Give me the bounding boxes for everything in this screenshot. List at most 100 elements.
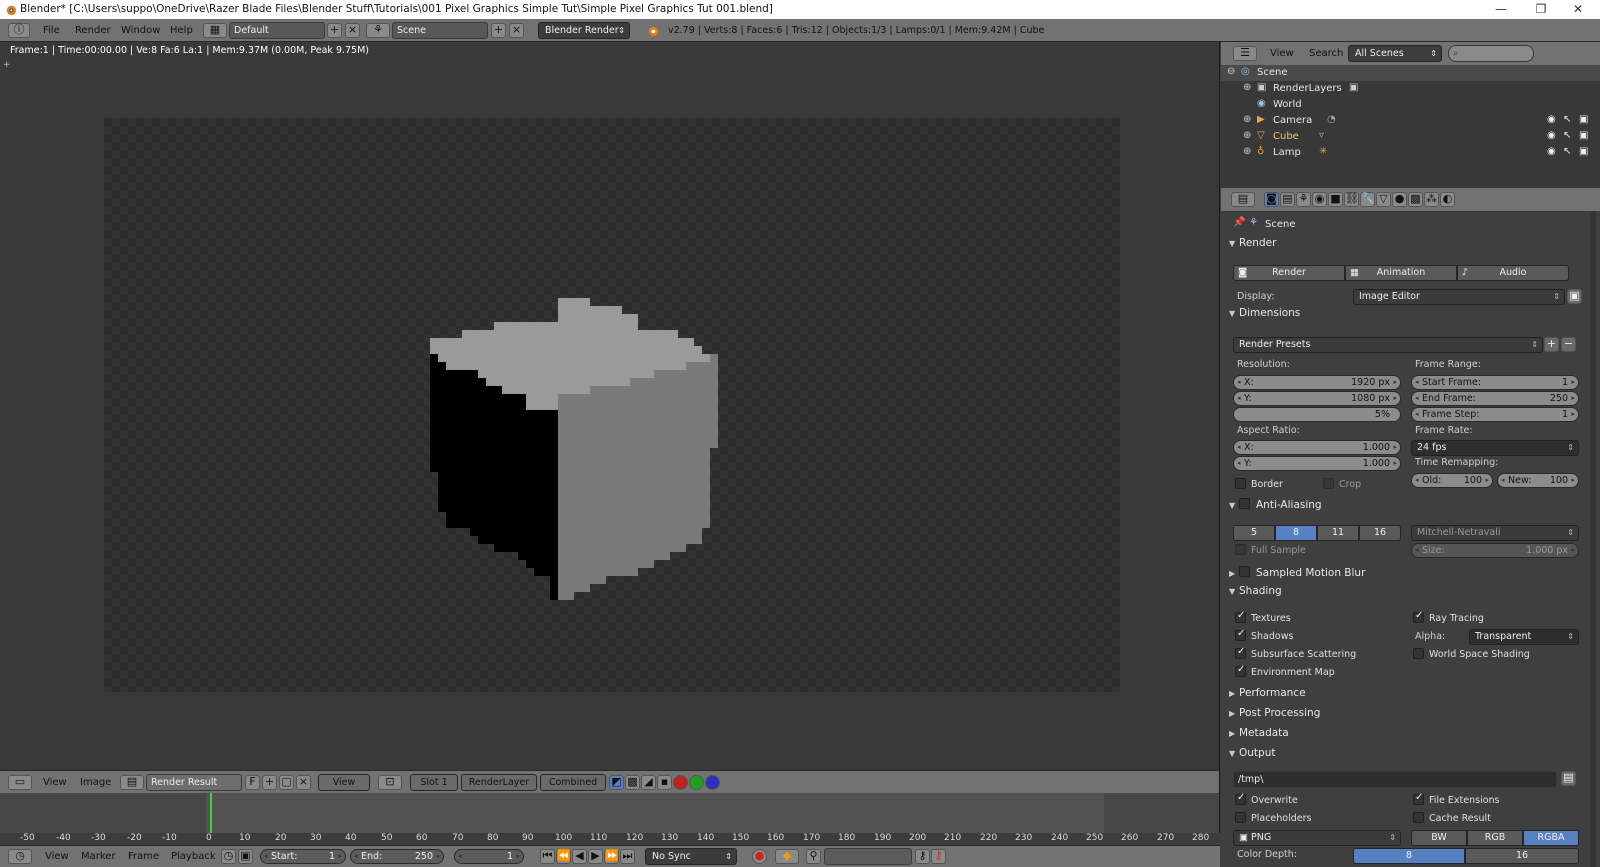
increment-arrow-icon[interactable]: ▸ [516,850,520,863]
red-channel-icon[interactable] [673,775,688,790]
res-percent-slider[interactable]: 5% [1233,407,1401,422]
cache-result-checkbox[interactable] [1413,812,1424,823]
decrement-arrow-icon[interactable]: ◂ [1415,544,1419,557]
render-engine-select[interactable]: Blender Render ⇕ [538,22,630,39]
decrement-arrow-icon[interactable]: ◂ [1237,392,1241,405]
image-name-field[interactable]: Render Result [146,774,242,791]
close-button[interactable]: ✕ [1555,0,1600,19]
slot-select[interactable]: Slot 1 [410,774,458,791]
aa-samples-5[interactable]: 5 [1233,525,1275,541]
jump-keyframe-back-icon[interactable]: ⏪ [556,849,571,864]
start-frame-field[interactable]: ◂ Start: 1 ▸ [260,849,346,864]
fake-user-button[interactable]: F [245,775,260,790]
visibility-eye-icon[interactable]: ◉ [1547,114,1556,125]
scene-field[interactable]: Scene [392,22,488,39]
decrement-arrow-icon[interactable]: ◂ [1237,376,1241,389]
render-pass-select[interactable]: Combined [540,774,606,791]
object-tab-icon[interactable]: ■ [1328,192,1343,207]
zbuffer-icon[interactable]: ◢ [641,775,656,790]
outliner-item-camera[interactable]: ⊕ ▶ Camera ◔ ◉ ↖ ▣ [1221,113,1600,129]
menu-image[interactable]: Image [80,777,111,788]
expand-icon[interactable]: ⊕ [1243,114,1251,125]
renderlayers-tab-icon[interactable]: ▤ [1280,192,1295,207]
physics-tab-icon[interactable]: ◐ [1440,192,1455,207]
menu-view[interactable]: View [43,777,67,788]
frame-rate-select[interactable]: 24 fps ⇕ [1411,440,1579,456]
antialiasing-panel-header[interactable]: ▼ Anti-Aliasing [1229,497,1322,517]
shadows-checkbox[interactable] [1235,628,1246,641]
metadata-panel-header[interactable]: ▶ Metadata [1229,727,1289,747]
texture-tab-icon[interactable]: ▩ [1408,192,1423,207]
layout-icon[interactable]: ▦ [203,23,227,38]
motion-blur-checkbox[interactable] [1239,566,1250,577]
color-depth-16[interactable]: 16 [1465,848,1579,864]
preview-range-icon[interactable]: ◷ [221,849,236,864]
increment-arrow-icon[interactable]: ▸ [1571,408,1575,421]
jump-start-icon[interactable]: ⏮ [540,849,555,864]
particles-tab-icon[interactable]: ⁂ [1424,192,1439,207]
aspect-y-field[interactable]: ◂ Y: 1.000 ▸ [1233,456,1401,471]
aa-samples-8[interactable]: 8 [1275,525,1317,541]
timeline-area[interactable]: -50 -40 -30 -20 -10 0 10 20 30 40 50 60 … [0,793,1220,845]
data-tab-icon[interactable]: ▽ [1376,192,1391,207]
blue-channel-icon[interactable] [705,775,720,790]
overwrite-checkbox[interactable] [1235,792,1246,805]
scene-tab-icon[interactable]: ⚘ [1296,192,1311,207]
layout-field[interactable]: Default [229,22,325,39]
post-processing-panel-header[interactable]: ▶ Post Processing [1229,707,1320,727]
decrement-arrow-icon[interactable]: ◂ [1415,376,1419,389]
world-tab-icon[interactable]: ◉ [1312,192,1327,207]
decrement-arrow-icon[interactable]: ◂ [264,850,268,863]
region-expand-icon[interactable]: + [3,60,11,70]
increment-arrow-icon[interactable]: ▸ [338,850,342,863]
render-panel-header[interactable]: ▼ Render [1229,237,1276,257]
color-depth-8[interactable]: 8 [1353,848,1465,864]
image-editor-type-icon[interactable]: ▭ [8,775,32,790]
pin-icon[interactable]: 📌 [1233,217,1245,228]
decrement-arrow-icon[interactable]: ◂ [1415,392,1419,405]
frame-step-field[interactable]: ◂ Frame Step: 1 ▸ [1411,407,1579,422]
outliner-search-input[interactable]: ⌕ [1448,45,1534,62]
menu-file[interactable]: File [43,25,60,36]
scene-icon[interactable]: ⚘ [366,23,390,38]
scene-remove-icon[interactable]: × [509,23,524,38]
aa-filter-select[interactable]: Mitchell-Netravali ⇕ [1411,525,1579,541]
full-sample-checkbox[interactable] [1235,544,1246,555]
visibility-eye-icon[interactable]: ◉ [1547,130,1556,141]
start-frame-field[interactable]: ◂ Start Frame: 1 ▸ [1411,375,1579,390]
delete-keyframe-icon[interactable]: ⚷ [931,849,946,864]
aa-samples-16[interactable]: 16 [1359,525,1401,541]
increment-arrow-icon[interactable]: ▸ [436,850,440,863]
increment-arrow-icon[interactable]: ▸ [1571,544,1575,557]
menu-playback[interactable]: Playback [171,851,216,862]
menu-view[interactable]: View [1270,48,1294,59]
decrement-arrow-icon[interactable]: ◂ [1415,474,1419,487]
jump-keyframe-forward-icon[interactable]: ⏩ [604,849,619,864]
color-mode-rgb[interactable]: RGB [1467,830,1523,846]
keying-icon[interactable]: ⚲ [806,849,821,864]
menu-frame[interactable]: Frame [128,851,159,862]
file-extensions-checkbox[interactable] [1413,792,1424,805]
constraints-tab-icon[interactable]: ⛓ [1344,192,1359,207]
info-editor-type-icon[interactable]: ⓘ [8,23,30,38]
time-new-field[interactable]: ◂ New: 100 ▸ [1497,473,1579,488]
render-button[interactable]: ◙ Render [1233,265,1345,281]
display-select[interactable]: Image Editor ⇕ [1353,289,1565,305]
animation-button[interactable]: ▦ Animation [1345,265,1457,281]
render-layer-select[interactable]: RenderLayer [461,774,537,791]
crop-checkbox[interactable] [1323,478,1334,489]
render-presets-select[interactable]: Render Presets ⇕ [1233,337,1543,353]
menu-help[interactable]: Help [170,25,193,36]
decrement-arrow-icon[interactable]: ◂ [458,850,462,863]
envmap-checkbox[interactable] [1235,664,1246,677]
outliner-item-scene[interactable]: ⊖ ◎ Scene [1221,65,1600,81]
pivot-icon[interactable]: ⊡ [378,775,402,790]
collapse-icon[interactable]: ⊖ [1227,66,1235,77]
res-x-field[interactable]: ◂ X: 1920 px ▸ [1233,375,1401,390]
current-frame-field[interactable]: ◂ 1 ▸ [454,849,524,864]
increment-arrow-icon[interactable]: ▸ [1393,392,1397,405]
properties-scrollbar[interactable] [1590,211,1596,867]
alpha-select[interactable]: Transparent ⇕ [1469,629,1579,645]
increment-arrow-icon[interactable]: ▸ [1393,441,1397,454]
performance-panel-header[interactable]: ▶ Performance [1229,687,1306,707]
